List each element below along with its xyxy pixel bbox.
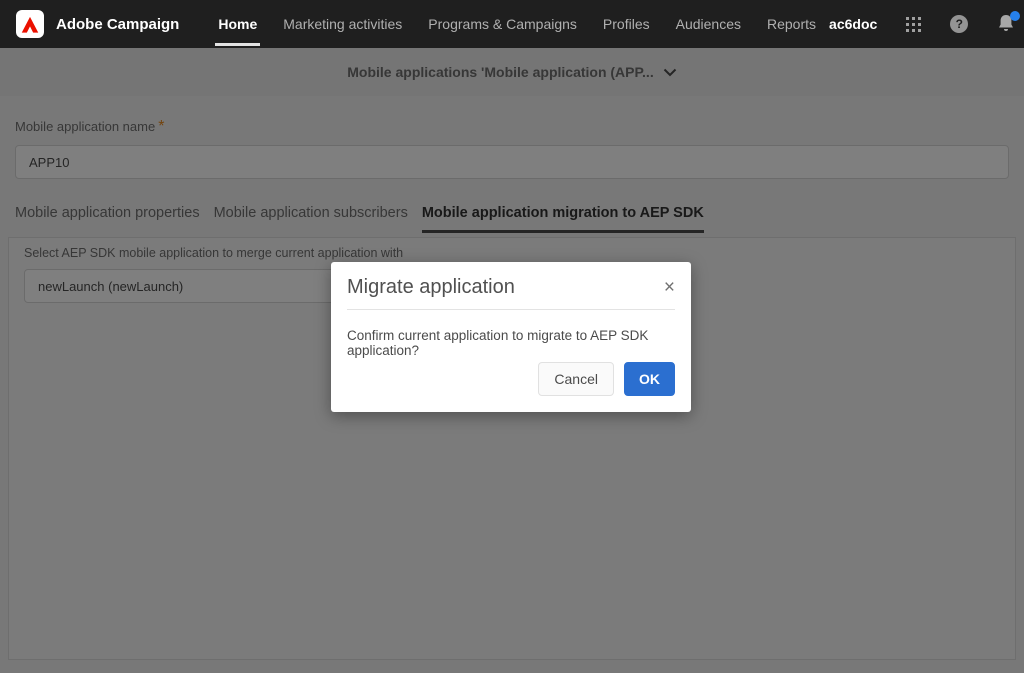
dialog-header: Migrate application × xyxy=(331,262,691,309)
app-grid-icon[interactable] xyxy=(906,16,922,32)
adobe-logo[interactable] xyxy=(16,10,44,38)
nav-item-profiles[interactable]: Profiles xyxy=(590,0,663,48)
account-name[interactable]: ac6doc xyxy=(829,16,877,32)
nav-menu: Home Marketing activities Programs & Cam… xyxy=(205,0,829,48)
dialog-message: Confirm current application to migrate t… xyxy=(347,328,649,358)
nav-item-programs-campaigns[interactable]: Programs & Campaigns xyxy=(415,0,590,48)
help-icon[interactable]: ? xyxy=(950,15,969,33)
content-area: Mobile applications 'Mobile application … xyxy=(0,48,1024,673)
notifications-button[interactable] xyxy=(997,11,1021,34)
cancel-button[interactable]: Cancel xyxy=(538,362,614,396)
adobe-logo-icon xyxy=(21,16,39,33)
migrate-application-dialog: Migrate application × Confirm current ap… xyxy=(331,262,691,412)
nav-right-cluster: ac6doc ? xyxy=(829,11,1024,36)
nav-item-reports[interactable]: Reports xyxy=(754,0,829,48)
ok-button[interactable]: OK xyxy=(624,362,675,396)
brand-title: Adobe Campaign xyxy=(56,15,180,33)
nav-item-audiences[interactable]: Audiences xyxy=(663,0,754,48)
close-icon[interactable]: × xyxy=(664,278,675,297)
dialog-footer: Cancel OK xyxy=(538,362,675,396)
nav-item-home[interactable]: Home xyxy=(205,0,270,48)
nav-item-marketing-activities[interactable]: Marketing activities xyxy=(270,0,415,48)
notification-badge xyxy=(1010,11,1021,21)
dialog-title: Migrate application xyxy=(347,276,515,298)
top-nav: Adobe Campaign Home Marketing activities… xyxy=(0,0,1024,48)
